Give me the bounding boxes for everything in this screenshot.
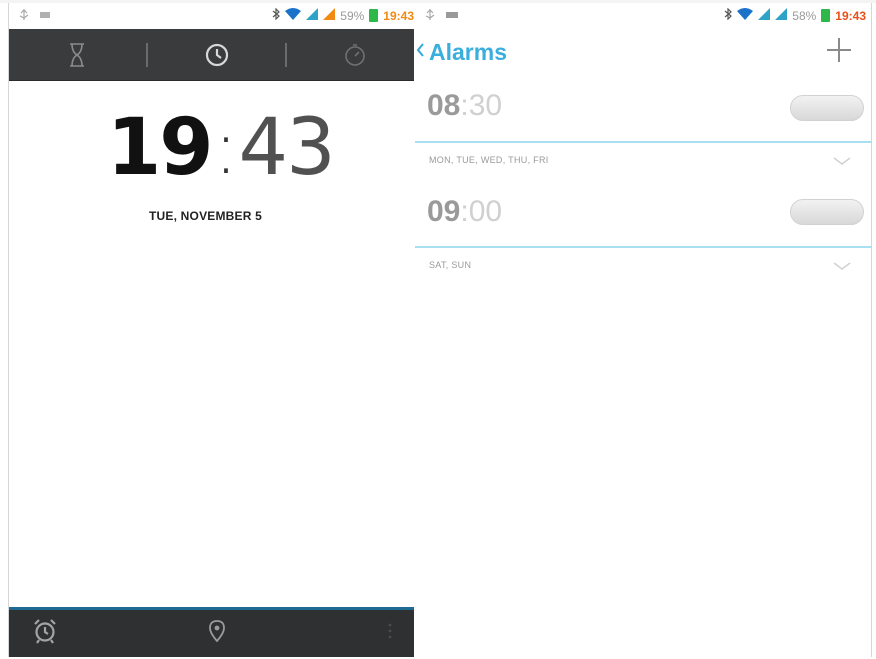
alarm-separator: : xyxy=(460,89,469,122)
alarm-item[interactable]: 08 : 30 MON, TUE, WED, THU, FRI xyxy=(415,83,872,193)
tab-clock[interactable] xyxy=(189,29,245,81)
alarm-days: MON, TUE, WED, THU, FRI xyxy=(429,155,549,165)
signal-2-icon xyxy=(775,8,788,23)
alarm-separator: : xyxy=(460,195,469,228)
alarm-toggle[interactable] xyxy=(790,95,864,121)
signal-1-icon xyxy=(758,8,771,23)
stopwatch-icon xyxy=(343,43,367,67)
bluetooth-icon xyxy=(724,7,733,23)
alarms-header: Alarms xyxy=(415,31,872,75)
tab-timer[interactable] xyxy=(49,29,105,81)
alarm-minute: 00 xyxy=(468,195,503,228)
status-left-icons xyxy=(19,9,51,24)
battery-percent: 59% xyxy=(340,8,365,23)
world-clock-button[interactable] xyxy=(199,610,235,657)
usb-icon xyxy=(19,9,29,24)
page-title[interactable]: Alarms xyxy=(429,39,507,66)
clock-separator: : xyxy=(213,105,239,191)
clock-screen: 59% 19:43 19: 43 TUE, NOVEMBER 5 xyxy=(8,3,414,657)
alarm-button[interactable] xyxy=(23,610,67,657)
alarm-time[interactable]: 08 : 30 xyxy=(427,89,502,123)
status-bar: 59% 19:43 xyxy=(9,3,414,29)
clock-minute: 43 xyxy=(238,103,335,193)
sd-card-icon xyxy=(39,9,51,24)
overflow-menu-icon xyxy=(387,621,393,646)
wifi-icon xyxy=(737,8,754,23)
status-time: 19:43 xyxy=(835,8,866,23)
alarm-time[interactable]: 09 : 00 xyxy=(427,195,502,229)
bluetooth-icon xyxy=(272,7,281,23)
status-time: 19:43 xyxy=(383,8,414,23)
alarm-minute: 30 xyxy=(468,89,503,122)
clock-icon xyxy=(205,43,229,67)
chevron-down-icon[interactable] xyxy=(832,258,852,276)
plus-icon xyxy=(825,36,853,69)
hourglass-icon xyxy=(68,43,86,67)
usb-icon xyxy=(425,9,435,24)
tab-separator xyxy=(285,43,287,67)
battery-percent: 58% xyxy=(792,8,817,23)
alarm-days: SAT, SUN xyxy=(429,260,472,270)
battery-icon xyxy=(821,9,831,22)
chevron-left-icon[interactable] xyxy=(415,41,425,64)
signal-2-icon xyxy=(323,8,336,23)
wifi-icon xyxy=(285,8,302,23)
status-right-icons: 58% 19:43 xyxy=(724,7,866,23)
add-alarm-button[interactable] xyxy=(822,35,856,69)
status-right-icons: 59% 19:43 xyxy=(272,7,414,23)
clock-bottom-bar xyxy=(9,607,414,657)
alarm-item[interactable]: 09 : 00 SAT, SUN xyxy=(415,189,872,299)
clock-hour: 19 xyxy=(107,103,214,193)
tab-separator xyxy=(146,43,148,67)
alarm-toggle[interactable] xyxy=(790,199,864,225)
alarm-hour: 08 xyxy=(427,89,461,122)
alarm-hour: 09 xyxy=(427,195,461,228)
status-left-icons xyxy=(425,9,459,24)
signal-1-icon xyxy=(306,8,319,23)
chevron-down-icon[interactable] xyxy=(832,153,852,171)
clock-tab-bar xyxy=(9,29,414,81)
tab-stopwatch[interactable] xyxy=(327,29,383,81)
alarm-icon xyxy=(32,618,58,649)
screenshot-frame: 59% 19:43 19: 43 TUE, NOVEMBER 5 58% 19… xyxy=(0,0,876,659)
clock-date: TUE, NOVEMBER 5 xyxy=(149,209,263,223)
sd-card-icon xyxy=(445,9,459,24)
alarm-divider xyxy=(415,246,872,248)
alarms-screen: 58% 19:43 Alarms 08 : 30 MON, TUE, WED, … xyxy=(415,3,872,657)
digital-clock: 19 : 43 xyxy=(107,99,336,193)
overflow-menu-button[interactable] xyxy=(375,610,405,657)
status-bar: 58% 19:43 xyxy=(415,3,872,29)
battery-icon xyxy=(369,9,379,22)
location-pin-icon xyxy=(209,620,225,647)
alarm-divider xyxy=(415,141,872,143)
